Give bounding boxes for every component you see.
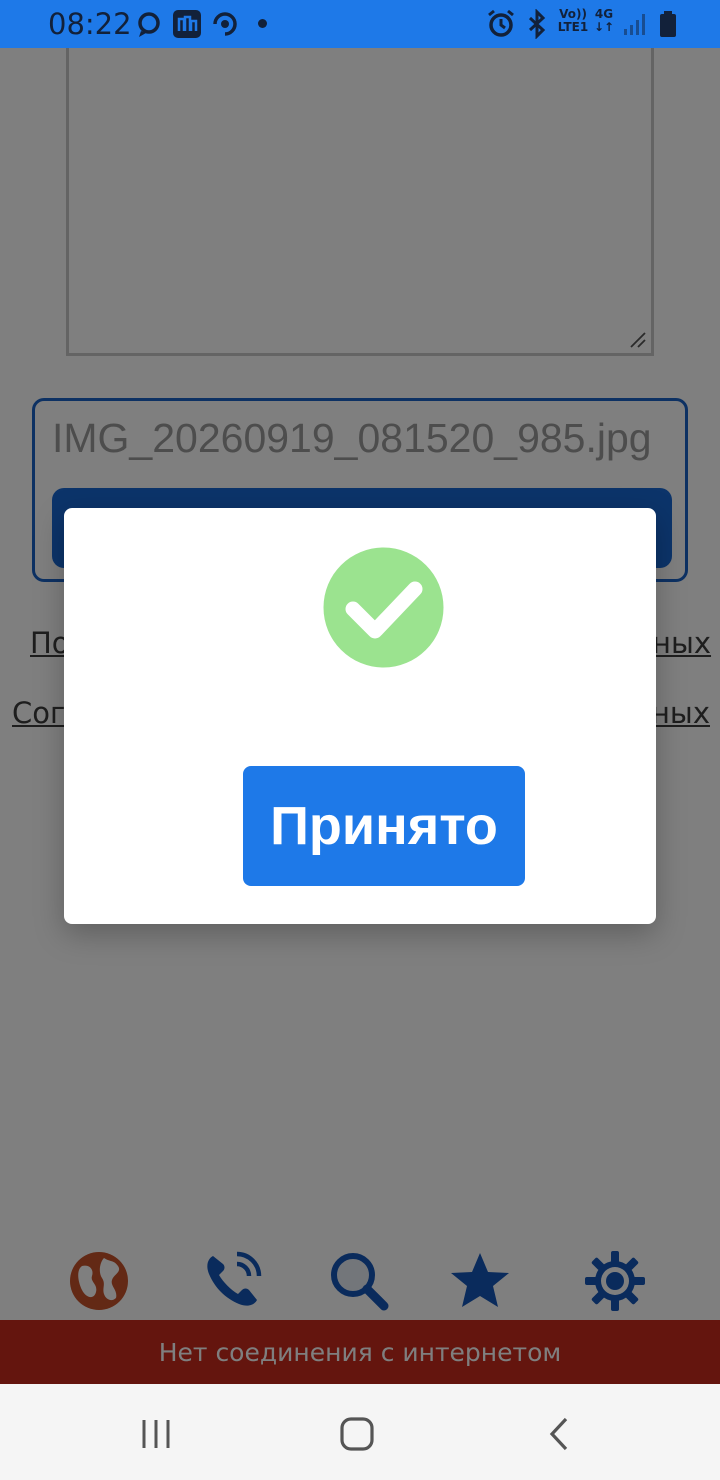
status-time: 08:22 bbox=[48, 7, 132, 41]
volte-line2: LTE1 bbox=[557, 20, 589, 34]
recent-apps-icon[interactable] bbox=[136, 1414, 176, 1454]
success-check-icon bbox=[323, 547, 444, 668]
notification-dot-icon bbox=[258, 19, 267, 28]
volte-indicator: Vo)) LTE1 bbox=[556, 8, 590, 34]
battery-icon bbox=[660, 11, 676, 37]
chat-bubble-icon bbox=[138, 12, 160, 37]
alarm-icon bbox=[488, 9, 514, 37]
home-icon[interactable] bbox=[337, 1414, 377, 1454]
sync-icon bbox=[213, 12, 237, 36]
status-bar: 08:22 Vo)) LTE1 4G ↓↑ bbox=[0, 0, 720, 48]
network-type-indicator: 4G ↓↑ bbox=[592, 8, 616, 34]
accept-button[interactable]: Принято bbox=[243, 766, 525, 886]
back-icon[interactable] bbox=[540, 1414, 580, 1454]
data-activity-arrows: ↓↑ bbox=[593, 20, 615, 34]
app-square-icon bbox=[173, 10, 201, 38]
system-navigation-bar bbox=[0, 1384, 720, 1480]
bluetooth-icon bbox=[528, 9, 546, 39]
signal-icon bbox=[624, 14, 645, 35]
success-dialog: Принято bbox=[64, 508, 656, 924]
